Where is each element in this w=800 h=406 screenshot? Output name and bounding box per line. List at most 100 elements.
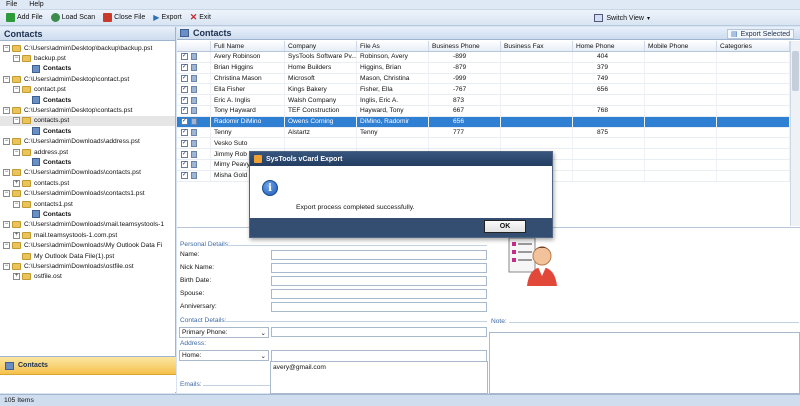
tree-item[interactable]: − C:\Users\admin\Downloads\My Outlook Dat… bbox=[0, 240, 175, 250]
tree-item[interactable]: + contacts.pst bbox=[0, 178, 175, 188]
ok-button[interactable]: OK bbox=[484, 220, 526, 233]
column-header[interactable]: Mobile Phone bbox=[645, 41, 717, 51]
tree-item[interactable]: Contacts bbox=[0, 95, 175, 105]
tree-item[interactable]: − C:\Users\admin\Downloads\address.pst bbox=[0, 137, 175, 147]
expand-icon[interactable]: + bbox=[13, 179, 20, 187]
table-cell bbox=[645, 95, 717, 105]
tree-item[interactable]: − C:\Users\admin\Downloads\ostfile.ost bbox=[0, 261, 175, 271]
collapse-icon[interactable]: − bbox=[3, 221, 10, 229]
tree-item[interactable]: − C:\Users\admin\Downloads\contacts1.pst bbox=[0, 188, 175, 198]
table-cell bbox=[429, 138, 501, 149]
tree-item[interactable]: − contact.pst bbox=[0, 85, 175, 95]
tree-item[interactable]: − contacts1.pst bbox=[0, 199, 175, 209]
expand-icon[interactable]: + bbox=[13, 231, 20, 239]
menu-file[interactable]: File bbox=[6, 1, 17, 8]
table-row[interactable]: ✓ Brian Higgins Home Builders Higgins, Bria… bbox=[177, 62, 790, 74]
note-field[interactable] bbox=[489, 332, 800, 394]
tree-item[interactable]: − C:\Users\admin\Downloads\contacts.pst bbox=[0, 168, 175, 178]
collapse-icon[interactable]: − bbox=[3, 242, 10, 250]
table-row[interactable]: ✓ Vesko Suto bbox=[177, 138, 790, 150]
collapse-icon[interactable]: − bbox=[3, 169, 10, 177]
collapse-icon[interactable]: − bbox=[13, 55, 20, 63]
tree-item[interactable]: Contacts bbox=[0, 157, 175, 167]
tree-item[interactable]: − C:\Users\admin\Downloads\mail.teamsysto… bbox=[0, 220, 175, 230]
tree-item[interactable]: Contacts bbox=[0, 126, 175, 136]
tree-item[interactable]: Contacts bbox=[0, 209, 175, 219]
scrollbar-thumb[interactable] bbox=[792, 51, 799, 91]
collapse-icon[interactable]: − bbox=[3, 190, 10, 198]
column-header[interactable]: Home Phone bbox=[573, 41, 645, 51]
menu-help[interactable]: Help bbox=[29, 1, 43, 8]
row-checkbox[interactable]: ✓ bbox=[181, 161, 188, 169]
tree-item[interactable]: − address.pst bbox=[0, 147, 175, 157]
expand-icon[interactable]: + bbox=[13, 273, 20, 281]
tree-item[interactable]: − C:\Users\admin\Desktop\contact.pst bbox=[0, 74, 175, 84]
column-header[interactable]: Business Phone bbox=[429, 41, 501, 51]
row-checkbox[interactable]: ✓ bbox=[181, 118, 188, 126]
name-field[interactable] bbox=[271, 250, 487, 260]
emails-field[interactable]: avery@gmail.com bbox=[270, 361, 488, 394]
tree-item[interactable]: − backup.pst bbox=[0, 53, 175, 63]
collapse-icon[interactable]: − bbox=[3, 44, 10, 52]
grid-scrollbar[interactable] bbox=[790, 41, 800, 226]
tree-item[interactable]: + ostfile.ost bbox=[0, 272, 175, 282]
row-checkbox[interactable]: ✓ bbox=[181, 128, 188, 136]
collapse-icon[interactable]: − bbox=[13, 86, 20, 94]
tree-item[interactable]: + mail.teamsystools-1.com.pst bbox=[0, 230, 175, 240]
column-header[interactable]: Business Fax bbox=[501, 41, 573, 51]
export-button[interactable]: ▶ Export bbox=[149, 11, 185, 25]
row-checkbox[interactable]: ✓ bbox=[181, 172, 188, 180]
table-row[interactable]: ✓ Ella Fisher Kings Bakery Fisher, Ella -767… bbox=[177, 84, 790, 96]
contacts-nav-tab[interactable]: Contacts bbox=[0, 357, 176, 375]
table-row[interactable]: ✓ Avery Robinson SysTools Software Pv... Ro… bbox=[177, 52, 790, 63]
switch-view-button[interactable]: Switch View ▾ bbox=[594, 11, 650, 25]
table-row[interactable]: ✓ Radomir DiMino Owens Corning DiMino, Rado… bbox=[177, 116, 790, 128]
anniversary-field[interactable] bbox=[271, 302, 487, 312]
exit-button[interactable]: ✕ Exit bbox=[186, 11, 215, 25]
contact-details-heading: Contact Details: bbox=[180, 317, 227, 324]
phone-field[interactable] bbox=[271, 327, 487, 337]
row-checkbox[interactable]: ✓ bbox=[181, 53, 188, 61]
collapse-icon[interactable]: − bbox=[3, 262, 10, 270]
collapse-icon[interactable]: − bbox=[3, 138, 10, 146]
birth-date-field[interactable] bbox=[271, 276, 487, 286]
row-checkbox[interactable]: ✓ bbox=[181, 150, 188, 158]
add-file-button[interactable]: Add File bbox=[2, 11, 47, 25]
primary-phone-dropdown[interactable]: Primary Phone: ⌄ bbox=[179, 327, 269, 338]
tree-item[interactable]: − contacts.pst bbox=[0, 115, 175, 127]
collapse-icon[interactable]: − bbox=[13, 117, 20, 125]
column-header[interactable]: Company bbox=[285, 41, 357, 51]
column-header[interactable]: Full Name bbox=[211, 41, 285, 51]
row-checkbox[interactable]: ✓ bbox=[181, 139, 188, 147]
spouse-field[interactable] bbox=[271, 289, 487, 299]
contact-card-icon bbox=[508, 237, 557, 286]
row-checkbox[interactable]: ✓ bbox=[181, 85, 188, 93]
table-row[interactable]: ✓ Tenny Alstartz Tenny 777 875 bbox=[177, 127, 790, 139]
toolbar: Add File Load Scan Close File ▶ Export ✕… bbox=[0, 10, 800, 26]
collapse-icon[interactable]: − bbox=[3, 107, 10, 115]
collapse-icon[interactable]: − bbox=[13, 200, 20, 208]
table-row[interactable]: ✓ Christina Mason Microsoft Mason, Christin… bbox=[177, 73, 790, 85]
tree-item[interactable]: − C:\Users\admin\Desktop\backup\backup.ps… bbox=[0, 43, 175, 53]
column-header[interactable]: Categories bbox=[717, 41, 790, 51]
select-column-header[interactable] bbox=[177, 41, 211, 51]
table-cell bbox=[501, 52, 573, 62]
row-checkbox[interactable]: ✓ bbox=[181, 96, 188, 104]
row-checkbox[interactable]: ✓ bbox=[181, 74, 188, 82]
address-type-dropdown[interactable]: Home: ⌄ bbox=[179, 350, 269, 361]
collapse-icon[interactable]: − bbox=[13, 148, 20, 156]
collapse-icon[interactable]: − bbox=[3, 75, 10, 83]
tree-item[interactable]: Contacts bbox=[0, 64, 175, 74]
tree-item[interactable]: − C:\Users\admin\Desktop\contacts.pst bbox=[0, 105, 175, 115]
row-checkbox[interactable]: ✓ bbox=[181, 64, 188, 72]
nick-name-field[interactable] bbox=[271, 263, 487, 273]
table-row[interactable]: ✓ Eric A. Inglis Walsh Company Inglis, Eric… bbox=[177, 95, 790, 106]
row-checkbox[interactable]: ✓ bbox=[181, 107, 188, 115]
close-file-button[interactable]: Close File bbox=[99, 11, 149, 25]
export-selected-button[interactable]: ▤ Export Selected bbox=[726, 29, 794, 39]
menu-bar: File Help bbox=[0, 0, 800, 10]
load-scan-button[interactable]: Load Scan bbox=[47, 11, 99, 25]
tree-item[interactable]: My Outlook Data File(1).pst bbox=[0, 251, 175, 261]
column-header[interactable]: File As bbox=[357, 41, 429, 51]
table-row[interactable]: ✓ Tony Hayward TEF Construction Hayward, To… bbox=[177, 105, 790, 117]
